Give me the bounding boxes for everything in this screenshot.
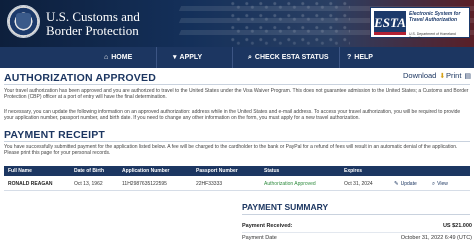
download-button[interactable]: Download ⬇ (403, 71, 445, 80)
esta-tagline-line2: Travel Authorization (409, 17, 458, 24)
receipt-message: You have successfully submitted payment … (4, 144, 458, 157)
view-button[interactable]: ⌕ View (432, 177, 448, 191)
seal-eagle-icon (16, 13, 31, 29)
page-title: AUTHORIZATION APPROVED (4, 72, 156, 84)
application-number: 11H2987635122595 (122, 181, 167, 187)
search-icon: ⌕ (248, 54, 252, 61)
nav-check-status[interactable]: ⌕ CHECK ESTA STATUS (248, 47, 329, 68)
question-icon: ? (347, 54, 352, 61)
payment-summary-title: PAYMENT SUMMARY (242, 202, 329, 212)
payment-received-value: US $21.000 (442, 223, 472, 229)
payment-date-value: October 31, 2022 6:49 (UTC) (400, 235, 472, 241)
passport-number: 22HF33333 (196, 181, 223, 187)
esta-logo-mark: ESTA (374, 11, 406, 35)
summary-divider (242, 232, 470, 233)
download-label: Download (403, 71, 437, 80)
update-button[interactable]: ✎ Update (394, 177, 417, 191)
column-header: Status (264, 168, 280, 174)
nav-apply-label: APPLY (179, 54, 203, 61)
print-button[interactable]: Print ▤ (446, 71, 471, 80)
column-header: Passport Number (196, 168, 238, 174)
approval-message: Your travel authorization has been appro… (4, 88, 469, 101)
section-divider (242, 214, 470, 215)
nav-divider (339, 47, 340, 68)
table-row: RONALD REAGAN Oct 13, 1962 11H2987635122… (4, 177, 470, 191)
expiration-date: Oct 31, 2024 (344, 181, 373, 187)
column-header: Full Name (8, 168, 32, 174)
main-nav: ⌂ HOME ▾ APPLY ⌕ CHECK ESTA STATUS ? HELP (0, 47, 474, 68)
receipt-table-header: Full Name Date of Birth Application Numb… (4, 166, 470, 176)
payment-date-label: Payment Date (242, 235, 277, 241)
flag-stars-decoration (230, 0, 350, 47)
view-label: View (437, 181, 448, 187)
print-icon: ▤ (464, 73, 472, 80)
nav-divider (156, 47, 157, 68)
nav-help-label: HELP (354, 54, 373, 61)
agency-name-line1: U.S. Customs and (46, 9, 140, 24)
date-of-birth: Oct 13, 1962 (74, 181, 103, 187)
nav-home-label: HOME (111, 54, 133, 61)
nav-home[interactable]: ⌂ HOME (104, 47, 132, 68)
applicant-name: RONALD REAGAN (8, 181, 53, 187)
payment-received-label: Payment Received: (242, 223, 293, 229)
agency-name[interactable]: U.S. Customs and Border Protection (46, 10, 140, 38)
nav-help[interactable]: ? HELP (347, 47, 373, 68)
section-divider (4, 141, 470, 142)
search-icon: ⌕ (432, 181, 436, 187)
pencil-icon: ✎ (394, 181, 399, 187)
chevron-down-icon: ▾ (173, 54, 177, 61)
receipt-title: PAYMENT RECEIPT (4, 129, 106, 141)
home-icon: ⌂ (104, 54, 109, 61)
status-badge: Authorization Approved (264, 181, 316, 187)
nav-divider (232, 47, 233, 68)
nav-check-status-label: CHECK ESTA STATUS (254, 54, 329, 61)
column-header: Application Number (122, 168, 170, 174)
column-header: Expires (344, 168, 363, 174)
column-header: Date of Birth (74, 168, 104, 174)
nav-apply[interactable]: ▾ APPLY (173, 47, 202, 68)
esta-tagline: Electronic System for Travel Authorizati… (409, 11, 469, 24)
site-header: U.S. Customs and Border Protection ESTA … (0, 0, 474, 47)
section-divider (4, 84, 470, 85)
agency-name-line2: Border Protection (46, 23, 139, 38)
esta-logo[interactable]: ESTA Electronic System for Travel Author… (370, 7, 470, 40)
esta-department: U.S. Department of Homeland Security (409, 32, 456, 40)
print-label: Print (446, 71, 462, 80)
download-icon: ⬇ (439, 73, 446, 80)
update-label: Update (400, 181, 417, 187)
update-instructions: If necessary, you can update the followi… (4, 109, 461, 122)
